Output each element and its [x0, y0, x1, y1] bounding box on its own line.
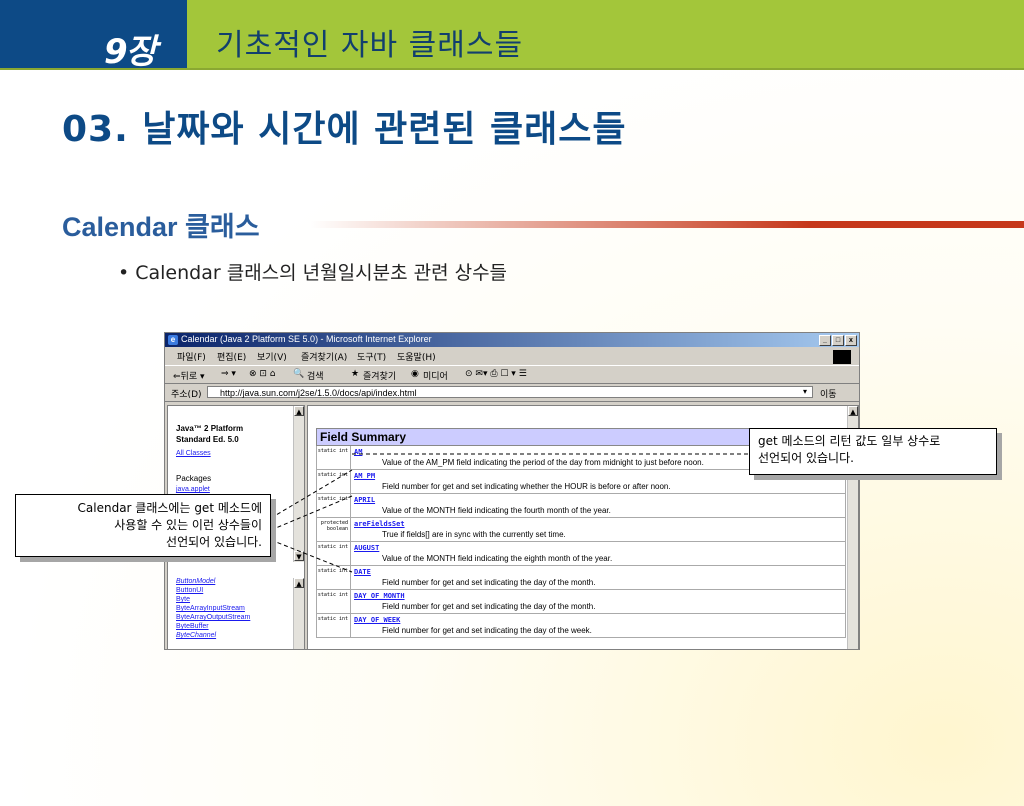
class-link[interactable]: ButtonModel: [176, 578, 215, 585]
search-button[interactable]: 검색: [307, 369, 324, 382]
field-name-link[interactable]: DATE: [354, 568, 371, 576]
browser-titlebar: e Calendar (Java 2 Platform SE 5.0) - Mi…: [165, 333, 859, 347]
favorites-button[interactable]: 즐겨찾기: [363, 369, 396, 382]
class-link[interactable]: ButtonUI: [176, 587, 203, 594]
field-name-link[interactable]: DAY_OF_WEEK: [354, 616, 400, 624]
field-row: static int APRIL Value of the MONTH fiel…: [316, 494, 846, 518]
left-callout: Calendar 클래스에는 get 메소드에 사용할 수 있는 이런 상수들이…: [15, 494, 271, 557]
callout-line: 선언되어 있습니다.: [758, 451, 854, 465]
address-label: 주소(D): [171, 390, 202, 400]
callout-line: Calendar 클래스에는 get 메소드에: [77, 501, 262, 515]
back-button[interactable]: ⇐뒤로 ▾: [173, 369, 204, 382]
menu-favorites[interactable]: 즐겨찾기(A): [301, 350, 347, 363]
class-link[interactable]: ByteChannel: [176, 632, 216, 639]
callout-line: 사용할 수 있는 이런 상수들이: [114, 518, 262, 532]
search-icon[interactable]: 🔍: [293, 369, 304, 379]
scroll-up-icon[interactable]: ▲: [294, 406, 304, 416]
menu-file[interactable]: 파일(F): [177, 350, 206, 363]
stop-refresh-home-icons[interactable]: ⊗ ⊡ ⌂: [249, 369, 276, 379]
slide-subtitle: Calendar 클래스: [62, 212, 260, 242]
packages-heading: Packages: [176, 474, 212, 483]
field-name-link[interactable]: AM_PM: [354, 472, 375, 480]
menu-help[interactable]: 도움말(H): [397, 350, 436, 363]
media-button[interactable]: 미디어: [423, 369, 448, 382]
address-bar: 주소(D) http://java.sun.com/j2se/1.5.0/doc…: [165, 384, 859, 402]
callout-line: get 메소드의 리턴 값도 일부 상수로: [758, 434, 941, 448]
field-row: static int DATE Field number for get and…: [316, 566, 846, 590]
field-name-link[interactable]: areFieldsSet: [354, 520, 405, 528]
class-link[interactable]: ByteArrayOutputStream: [176, 614, 250, 621]
favorites-icon[interactable]: ★: [351, 369, 359, 379]
class-link[interactable]: ByteBuffer: [176, 623, 209, 630]
windows-logo-icon: [833, 350, 851, 364]
address-dropdown-icon[interactable]: ▾: [803, 387, 807, 396]
address-input[interactable]: http://java.sun.com/j2se/1.5.0/docs/api/…: [207, 386, 813, 398]
chapter-number: 9장: [104, 32, 157, 72]
class-link[interactable]: ByteArrayInputStream: [176, 605, 245, 612]
field-name-link[interactable]: DAY_OF_MONTH: [354, 592, 405, 600]
menu-bar: 파일(F) 편집(E) 보기(V) 즐겨찾기(A) 도구(T) 도움말(H): [165, 348, 859, 364]
history-mail-print-icons[interactable]: ⊙ ✉▾ ⎙ ☐ ▾ ☰: [465, 369, 527, 379]
class-link[interactable]: Byte: [176, 596, 190, 603]
slide-title: 03. 날짜와 시간에 관련된 클래스들: [62, 109, 627, 150]
callout-line: 선언되어 있습니다.: [166, 535, 262, 549]
toolbar: ⇐뒤로 ▾ ⇒ ▾ ⊗ ⊡ ⌂ 🔍 검색 ★ 즐겨찾기 ◉ 미디어 ⊙ ✉▾ ⎙…: [165, 365, 859, 384]
go-button[interactable]: 이동: [820, 387, 837, 400]
bullet-text: • Calendar 클래스의 년월일시분초 관련 상수들: [118, 262, 508, 284]
field-row: static int DAY_OF_MONTH Field number for…: [316, 590, 846, 614]
field-name-link[interactable]: APRIL: [354, 496, 375, 504]
close-button[interactable]: x: [845, 335, 857, 346]
ie-icon: e: [168, 335, 178, 345]
left-top-scrollbar[interactable]: ▲ ▼: [293, 406, 304, 562]
minimize-button[interactable]: _: [819, 335, 831, 346]
scroll-down-icon[interactable]: ▼: [294, 551, 304, 561]
menu-view[interactable]: 보기(V): [257, 350, 287, 363]
left-bottom-scrollbar[interactable]: ▲: [293, 578, 304, 649]
chapter-badge: [0, 0, 187, 68]
field-name-link[interactable]: AUGUST: [354, 544, 379, 552]
field-row: static int DAY_OF_WEEK Field number for …: [316, 614, 846, 638]
media-icon[interactable]: ◉: [411, 369, 419, 379]
platform-edition: Standard Ed. 5.0: [176, 435, 239, 444]
platform-title: Java™ 2 Platform: [176, 424, 244, 433]
chapter-title: 기초적인 자바 클래스들: [216, 28, 524, 63]
scroll-up-icon[interactable]: ▲: [848, 406, 858, 416]
menu-edit[interactable]: 편집(E): [217, 350, 246, 363]
field-row: protected boolean areFieldsSet True if f…: [316, 518, 846, 542]
forward-button[interactable]: ⇒ ▾: [221, 369, 236, 379]
field-name-link[interactable]: AM: [354, 448, 362, 456]
window-title: Calendar (Java 2 Platform SE 5.0) - Micr…: [181, 334, 432, 344]
field-row: static int AUGUST Value of the MONTH fie…: [316, 542, 846, 566]
header-divider: [0, 68, 1024, 70]
subtitle-rule: [310, 221, 1024, 228]
menu-tools[interactable]: 도구(T): [357, 350, 386, 363]
browser-window: e Calendar (Java 2 Platform SE 5.0) - Mi…: [164, 332, 860, 650]
package-link[interactable]: java.applet: [176, 486, 210, 493]
all-classes-link[interactable]: All Classes: [176, 450, 211, 457]
right-callout: get 메소드의 리턴 값도 일부 상수로 선언되어 있습니다.: [749, 428, 997, 475]
maximize-button[interactable]: □: [832, 335, 844, 346]
scroll-up-icon[interactable]: ▲: [294, 578, 304, 588]
